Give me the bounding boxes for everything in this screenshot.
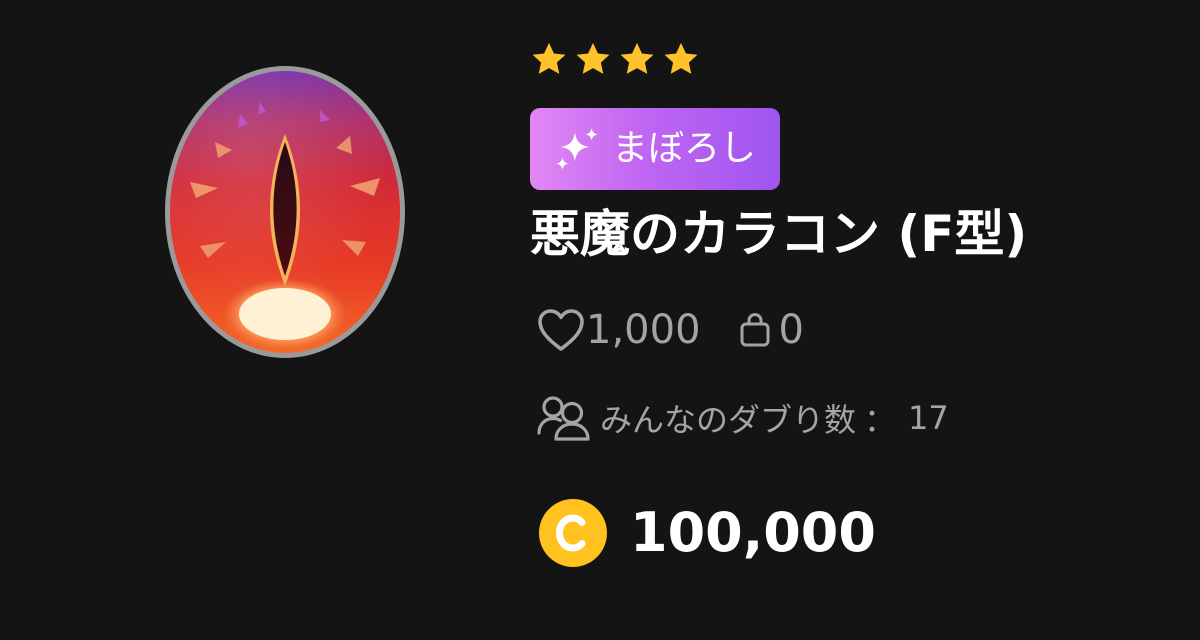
star-icon xyxy=(662,40,700,78)
rarity-badge: まぼろし xyxy=(530,108,781,190)
item-image xyxy=(160,62,410,362)
duplicates-info: みんなのダブり数 ： 17 xyxy=(536,390,949,446)
star-icon xyxy=(574,40,612,78)
duplicates-label: みんなのダブり数 xyxy=(600,401,857,439)
duplicates-separator: ： xyxy=(864,401,897,439)
coin-icon xyxy=(538,498,608,568)
star-icon xyxy=(530,40,568,78)
like-count: 1,000 xyxy=(586,307,701,353)
price: 100,000 xyxy=(538,498,876,568)
item-stats: 1,000 0 xyxy=(536,302,804,358)
duplicates-count: 17 xyxy=(908,399,949,437)
sparkle-icon xyxy=(552,124,602,174)
rarity-stars xyxy=(530,40,700,78)
bag-count: 0 xyxy=(778,307,804,353)
shopping-bag-icon xyxy=(737,311,773,349)
people-icon xyxy=(536,393,592,443)
bag-stat: 0 xyxy=(737,310,804,350)
star-icon xyxy=(618,40,656,78)
like-button[interactable]: 1,000 xyxy=(536,307,701,353)
heart-icon xyxy=(536,307,586,353)
item-name: 悪魔のカラコン (F型) xyxy=(530,205,1028,263)
rarity-label: まぼろし xyxy=(612,128,757,169)
price-value: 100,000 xyxy=(630,501,876,564)
